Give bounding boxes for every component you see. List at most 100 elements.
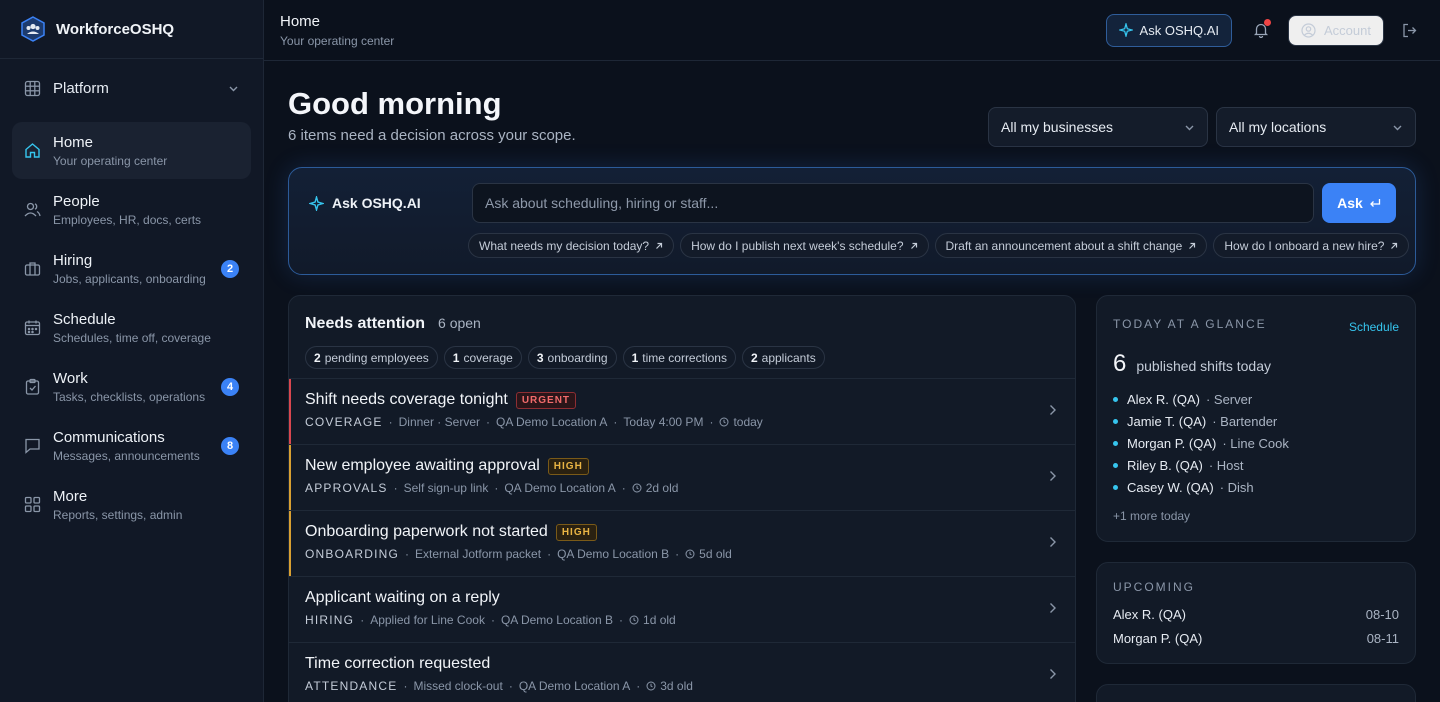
attention-item[interactable]: New employee awaiting approval HIGH APPRO…	[289, 444, 1075, 510]
shift-item[interactable]: Casey W. (QA) · Dish	[1113, 479, 1289, 495]
count-badge: 8	[221, 436, 239, 455]
attention-item[interactable]: Time correction requested ATTENDANCE · Mi…	[289, 642, 1075, 702]
attention-item-title: Applicant waiting on a reply	[305, 589, 500, 606]
calendar-icon	[24, 320, 41, 336]
sidebar-nav: Home Your operating center People Employee…	[0, 116, 263, 539]
shift-employee: Jamie T. (QA)	[1127, 413, 1207, 429]
arrow-up-right-icon	[1391, 242, 1398, 249]
ask-submit-button[interactable]: Ask	[1322, 183, 1396, 223]
status-dot	[1113, 484, 1118, 490]
sparkle-icon	[309, 195, 324, 211]
clipboard-icon	[25, 378, 40, 395]
notifications-button[interactable]	[1244, 13, 1278, 47]
account-button[interactable]: Account	[1288, 14, 1384, 46]
attention-item-category: ONBOARDING	[305, 547, 400, 561]
filter-pill[interactable]: 3 onboarding	[527, 346, 617, 369]
status-dot	[1113, 462, 1118, 468]
chevron-down-icon	[1185, 125, 1194, 130]
shift-role: · Server	[1205, 391, 1253, 407]
suggestion-chip-label: Draft an announcement about a shift chan…	[945, 238, 1183, 253]
sidebar-item-home[interactable]: Home Your operating center	[12, 122, 251, 179]
upcoming-row[interactable]: Morgan P. (QA) 08-11	[1113, 631, 1399, 646]
sidebar-item-people[interactable]: People Employees, HR, docs, certs	[12, 181, 251, 238]
sparkle-icon	[1118, 23, 1133, 37]
sidebar-item-subtitle: Reports, settings, admin	[53, 507, 183, 522]
enter-icon	[1369, 199, 1380, 207]
ask-submit-label: Ask	[1337, 195, 1363, 211]
attention-item-age: today	[733, 415, 763, 429]
arrow-up-right-icon	[1189, 242, 1196, 249]
filter-pill[interactable]: 1 time corrections	[622, 346, 736, 369]
sidebar-item-communications[interactable]: Communications Messages, announcements 8	[12, 417, 251, 474]
shift-role: · Line Cook	[1222, 435, 1289, 451]
today-at-a-glance-panel: TODAY AT A GLANCE Schedule 6 published s…	[1096, 295, 1416, 542]
sidebar-item-more[interactable]: More Reports, settings, admin	[12, 476, 251, 533]
count-badge: 2	[221, 259, 239, 278]
suggestion-chip[interactable]: How do I publish next week's schedule?	[680, 233, 929, 258]
attention-item[interactable]: Onboarding paperwork not started HIGH ONB…	[289, 510, 1075, 576]
upcoming-employee: Alex R. (QA)	[1113, 607, 1186, 622]
filter-pill[interactable]: 2 pending employees	[305, 346, 438, 369]
shift-item[interactable]: Jamie T. (QA) · Bartender	[1113, 413, 1289, 429]
platform-switcher[interactable]: Platform	[0, 60, 263, 116]
brand[interactable]: WorkforceOSHQ	[0, 0, 263, 59]
shift-list: Alex R. (QA) · Server Jamie T. (QA) · Bart…	[1113, 391, 1289, 495]
logout-button[interactable]	[1394, 15, 1424, 45]
attention-item-detail: Dinner · Server	[398, 415, 480, 429]
suggestion-chips: What needs my decision today? How do I p…	[468, 233, 1410, 258]
sidebar-item-title: More	[53, 487, 88, 505]
priority-badge: HIGH	[547, 457, 589, 475]
sidebar-item-title: Home	[53, 133, 94, 151]
greeting-subtitle: 6 items need a decision across your scop…	[288, 127, 576, 144]
suggestion-chip[interactable]: What needs my decision today?	[468, 233, 675, 258]
filter-pill[interactable]: 2 applicants	[741, 346, 825, 369]
chevron-right-icon	[1050, 471, 1056, 481]
schedule-link[interactable]: Schedule	[1349, 320, 1399, 334]
pill-count: 2	[750, 350, 758, 365]
attention-item-location: QA Demo Location B	[557, 547, 670, 561]
attention-item[interactable]: Applicant waiting on a reply HIRING · App…	[289, 576, 1075, 642]
attention-item-detail: Applied for Line Cook	[370, 613, 485, 627]
ask-ai-button[interactable]: Ask OSHQ.AI	[1105, 13, 1233, 47]
suggestion-chip-label: How do I onboard a new hire?	[1224, 238, 1385, 253]
top-bar: Home Your operating center Ask OSHQ.AI A…	[264, 0, 1440, 61]
attention-item[interactable]: Shift needs coverage tonight URGENT COVER…	[289, 378, 1075, 444]
chevron-right-icon	[1050, 669, 1056, 679]
clock-icon	[629, 615, 639, 625]
shift-item[interactable]: Riley B. (QA) · Host	[1113, 457, 1289, 473]
grid-icon	[24, 496, 41, 513]
business-select[interactable]: All my businesses	[988, 107, 1208, 147]
ask-ai-panel-title: Ask OSHQ.AI	[332, 195, 421, 211]
logo-icon	[21, 16, 45, 42]
chevron-right-icon	[1050, 603, 1056, 613]
ask-ai-panel: Ask OSHQ.AI Ask What needs my decision t…	[288, 167, 1416, 275]
status-dot	[1113, 440, 1118, 446]
more-shifts-link[interactable]: +1 more today	[1113, 509, 1190, 523]
suggestion-chip[interactable]: Draft an announcement about a shift chan…	[934, 233, 1208, 258]
sidebar-item-schedule[interactable]: Schedule Schedules, time off, coverage	[12, 299, 251, 356]
sidebar-item-title: Communications	[53, 428, 165, 446]
sidebar-item-subtitle: Employees, HR, docs, certs	[53, 212, 202, 227]
location-select[interactable]: All my locations	[1216, 107, 1416, 147]
shift-item[interactable]: Alex R. (QA) · Server	[1113, 391, 1289, 407]
attention-filter-pills: 2 pending employees 1 coverage 3 onboarding…	[289, 333, 1075, 369]
greeting-title: Good morning	[288, 86, 502, 121]
shift-item[interactable]: Morgan P. (QA) · Line Cook	[1113, 435, 1289, 451]
attention-item-detail: External Jotform packet	[415, 547, 542, 561]
suggestion-chip[interactable]: How do I onboard a new hire?	[1213, 233, 1410, 258]
clock-icon	[632, 483, 642, 493]
upcoming-row[interactable]: Alex R. (QA) 08-10	[1113, 607, 1399, 622]
attention-item-location: QA Demo Location A	[504, 481, 616, 495]
shift-employee: Alex R. (QA)	[1127, 391, 1200, 407]
filter-pill[interactable]: 1 coverage	[443, 346, 522, 369]
upcoming-label: UPCOMING	[1113, 580, 1195, 594]
attention-item-detail: Self sign-up link	[403, 481, 489, 495]
sidebar-item-title: Work	[53, 369, 88, 387]
page-subtitle: Your operating center	[280, 33, 395, 48]
sidebar-item-hiring[interactable]: Hiring Jobs, applicants, onboarding 2	[12, 240, 251, 297]
ask-ai-input[interactable]	[472, 183, 1314, 223]
grid-icon	[24, 80, 41, 96]
people-icon	[24, 202, 41, 217]
upcoming-date: 08-11	[1366, 631, 1399, 646]
sidebar-item-work[interactable]: Work Tasks, checklists, operations 4	[12, 358, 251, 415]
